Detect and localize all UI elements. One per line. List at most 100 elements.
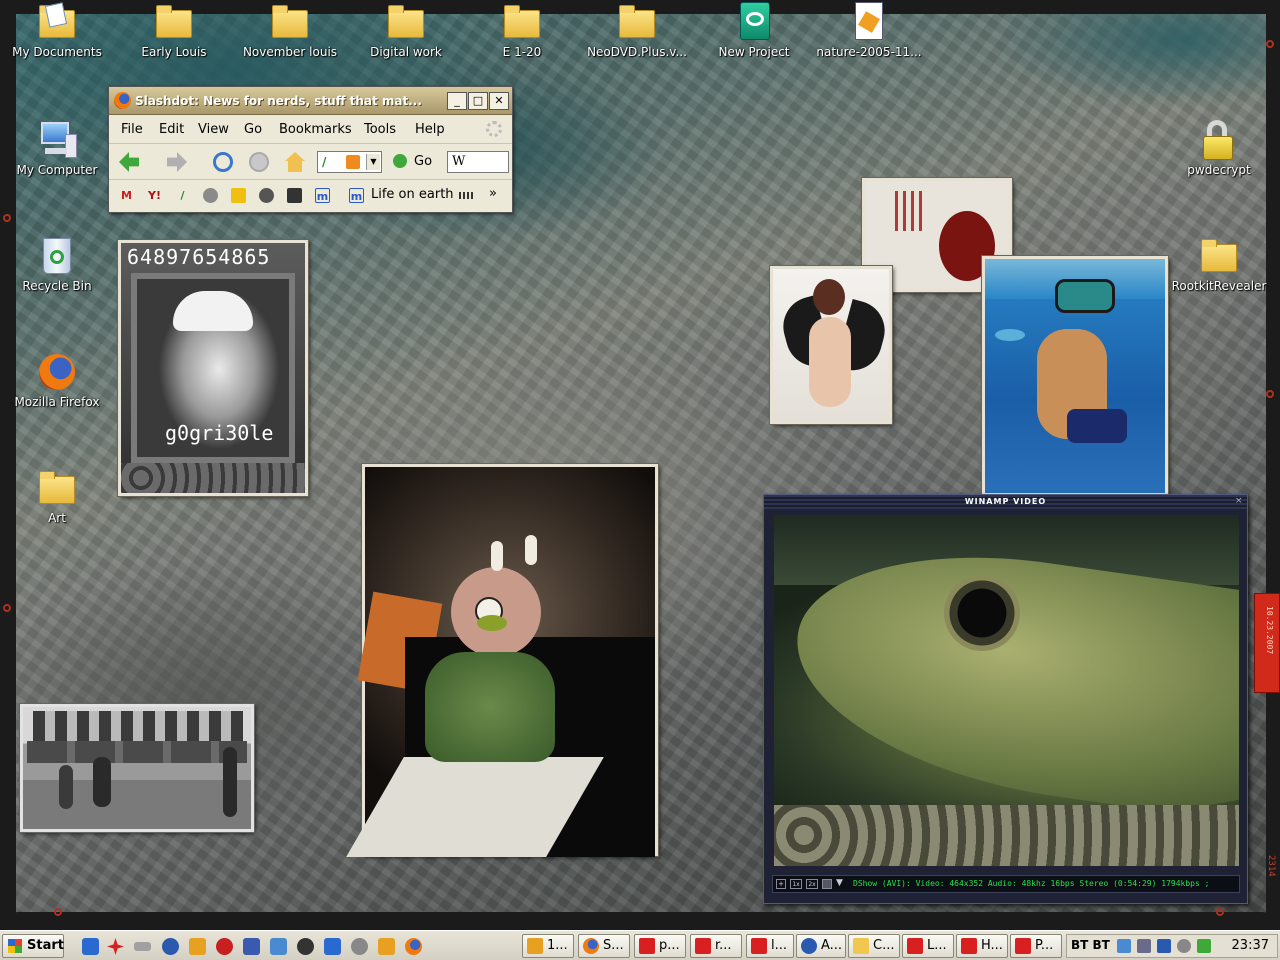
quicklaunch-monitor-icon[interactable]: [243, 938, 260, 955]
video-frame-fish[interactable]: [774, 515, 1239, 866]
photo-mugshot[interactable]: 64897654865 g0gri30le: [117, 239, 309, 497]
quicklaunch-skull-icon[interactable]: [297, 938, 314, 955]
quicklaunch-app-icon[interactable]: [189, 938, 206, 955]
menu-view[interactable]: View: [198, 122, 229, 137]
quicklaunch-app-icon[interactable]: [351, 938, 368, 955]
task-button[interactable]: P...: [1010, 934, 1062, 958]
menu-help[interactable]: Help: [415, 122, 445, 137]
bookmark-life-on-earth[interactable]: Life on earth: [371, 187, 454, 202]
task-label: p...: [659, 938, 680, 953]
bookmark-icon[interactable]: [287, 188, 302, 203]
desktop-icon-label: Art: [48, 511, 66, 525]
task-button[interactable]: r...: [690, 934, 742, 958]
gmail-icon[interactable]: M: [119, 188, 134, 203]
forward-arrow-icon[interactable]: [167, 152, 187, 172]
quicklaunch-firefox-icon[interactable]: [405, 938, 422, 955]
photo-snorkel-painting[interactable]: [981, 255, 1169, 497]
bookmark-icon[interactable]: m: [349, 188, 364, 203]
menu-file[interactable]: File: [121, 122, 143, 137]
task-button[interactable]: L...: [902, 934, 954, 958]
back-arrow-icon[interactable]: [119, 152, 139, 172]
address-bar[interactable]: / ▼: [317, 151, 382, 173]
desktop-icon-new-project[interactable]: New Project: [699, 2, 809, 59]
desktop-icon-digital-work[interactable]: Digital work: [351, 2, 461, 59]
bookmark-icon[interactable]: [231, 188, 246, 203]
zoom-2x-button[interactable]: 2x: [806, 879, 818, 889]
task-button[interactable]: 1...: [522, 934, 574, 958]
desktop-icon-mozilla-firefox[interactable]: Mozilla Firefox: [2, 352, 112, 409]
painted-fish: [995, 329, 1025, 341]
slashdot-icon[interactable]: /: [175, 188, 190, 203]
photo-winged-woman[interactable]: [769, 265, 893, 425]
bookmark-icon[interactable]: m: [315, 188, 330, 203]
quicklaunch-ie-icon[interactable]: [82, 938, 99, 955]
move-icon[interactable]: +: [776, 879, 786, 889]
tray-app-icon[interactable]: [1157, 939, 1171, 953]
firefox-titlebar[interactable]: Slashdot: News for nerds, stuff that mat…: [109, 87, 512, 115]
tray-app-icon[interactable]: [1197, 939, 1211, 953]
winamp-titlebar[interactable]: WINAMP VIDEO: [764, 495, 1247, 509]
network-tray-icon[interactable]: [1117, 939, 1131, 953]
bookmarks-overflow-chevron[interactable]: »: [489, 186, 497, 201]
desktop-icon-e-1-20[interactable]: E 1-20: [467, 2, 577, 59]
desktop-icon-november-louis[interactable]: November louis: [235, 2, 345, 59]
desktop-icon-pwdecrypt[interactable]: pwdecrypt: [1164, 120, 1274, 177]
desktop-icon-my-documents[interactable]: My Documents: [2, 2, 112, 59]
desktop-icon-nature-2005[interactable]: nature-2005-11...: [814, 2, 924, 59]
clock[interactable]: 23:37: [1232, 938, 1269, 953]
firefox-window[interactable]: Slashdot: News for nerds, stuff that mat…: [108, 86, 513, 213]
quicklaunch-app-icon[interactable]: [324, 938, 341, 955]
close-button[interactable]: ✕: [489, 92, 509, 110]
search-input[interactable]: W: [447, 151, 509, 173]
desktop-icon-recycle-bin[interactable]: Recycle Bin: [2, 236, 112, 293]
quicklaunch-app-icon[interactable]: [378, 938, 395, 955]
task-button[interactable]: l...: [746, 934, 794, 958]
task-button[interactable]: C...: [848, 934, 900, 958]
photo-kids-playing[interactable]: [19, 703, 255, 833]
bookmark-icon[interactable]: [259, 188, 274, 203]
stop-icon[interactable]: [249, 152, 269, 172]
menu-go[interactable]: Go: [244, 122, 262, 137]
quicklaunch-gear-icon[interactable]: [162, 938, 179, 955]
menu-bookmarks[interactable]: Bookmarks: [279, 122, 352, 137]
dropdown-arrow-icon[interactable]: ▼: [366, 154, 380, 170]
maximize-button[interactable]: □: [468, 92, 488, 110]
task-button[interactable]: A...: [796, 934, 846, 958]
creature-beak: [477, 615, 507, 631]
quicklaunch-app-icon[interactable]: [270, 938, 287, 955]
bookmark-folder-icon[interactable]: [459, 192, 475, 199]
menu-edit[interactable]: Edit: [159, 122, 184, 137]
quicklaunch-drive-icon[interactable]: [134, 942, 151, 951]
tray-app-icon[interactable]: [1137, 939, 1151, 953]
menu-tools[interactable]: Tools: [364, 122, 396, 137]
desktop-icon-neodvd[interactable]: NeoDVD.Plus.v...: [582, 2, 692, 59]
zoom-1x-button[interactable]: 1x: [790, 879, 802, 889]
desktop-icon-art[interactable]: Art: [2, 468, 112, 525]
animal-icon[interactable]: [203, 188, 218, 203]
reload-icon[interactable]: [213, 152, 233, 172]
minimize-button[interactable]: _: [447, 92, 467, 110]
desktop-icon-early-louis[interactable]: Early Louis: [119, 2, 229, 59]
photo-ceramic-creature[interactable]: [346, 463, 659, 857]
task-button[interactable]: p...: [634, 934, 686, 958]
task-button[interactable]: S...: [578, 934, 630, 958]
yahoo-icon[interactable]: Y!: [147, 188, 162, 203]
desktop-icon-rootkitrevealer[interactable]: RootkitRevealer: [1164, 236, 1274, 293]
tv-icon[interactable]: [822, 879, 832, 889]
desktop-icon-my-computer[interactable]: My Computer: [2, 120, 112, 177]
go-button[interactable]: Go: [414, 154, 432, 169]
volume-tray-icon[interactable]: [1177, 939, 1191, 953]
mugshot-caption-bottom: g0gri30le: [165, 421, 274, 445]
quicklaunch-app-icon[interactable]: [216, 938, 233, 955]
dropdown-arrow-icon[interactable]: ▼: [836, 878, 848, 890]
home-icon[interactable]: [285, 152, 305, 172]
close-icon[interactable]: ×: [1235, 497, 1244, 506]
task-button[interactable]: H...: [956, 934, 1008, 958]
winamp-video-window[interactable]: WINAMP VIDEO × + 1x 2x ▼ DShow (AVI): Vi…: [763, 494, 1248, 904]
start-button[interactable]: Start: [2, 934, 64, 958]
folder-icon: [502, 2, 542, 42]
go-icon[interactable]: [393, 154, 407, 168]
bluetooth-tray-text[interactable]: BT BT: [1071, 938, 1110, 952]
window-title: Slashdot: News for nerds, stuff that mat…: [135, 94, 422, 108]
quicklaunch-app-icon[interactable]: [107, 938, 124, 955]
